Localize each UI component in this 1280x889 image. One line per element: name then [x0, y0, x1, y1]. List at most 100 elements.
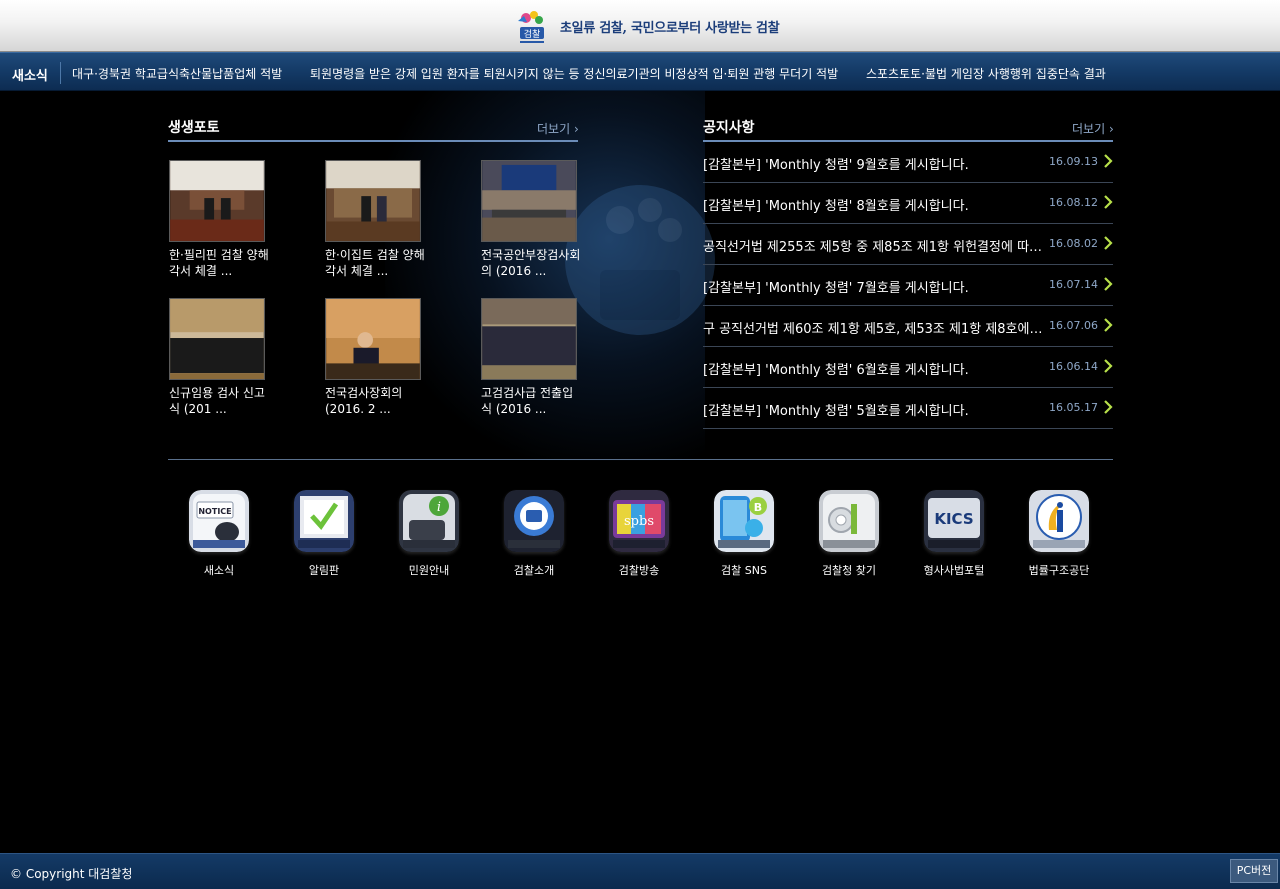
notice-title[interactable]: [감찰본부] 'Monthly 청렴' 5월호를 게시합니다. [703, 400, 1043, 419]
notice-section-title: 공지사항 [703, 120, 755, 136]
photo-card[interactable]: 한·이집트 검찰 양해각서 체결 ... [325, 160, 435, 279]
chevron-right-icon: › [1108, 122, 1114, 136]
notice-title[interactable]: 구 공직선거법 제60조 제1항 제5호, 제53조 제1항 제8호에 대한 안… [703, 318, 1043, 337]
photo-caption[interactable]: 전국검사장회의 (2016. 2 ... [325, 385, 425, 417]
quick-menu-bulletin[interactable]: 알림판 [284, 490, 364, 578]
svg-text:i: i [437, 500, 441, 515]
photo-card[interactable]: 한·필리핀 검찰 양해각서 체결 ... [169, 160, 279, 279]
quick-menu-label: 검찰소개 [513, 564, 555, 577]
notice-list: [감찰본부] 'Monthly 청렴' 9월호를 게시합니다. 16.09.13… [703, 142, 1113, 429]
photo-card[interactable]: 전국검사장회의 (2016. 2 ... [325, 298, 435, 417]
photo-thumbnail[interactable] [325, 160, 421, 242]
notice-item[interactable]: [감찰본부] 'Monthly 청렴' 9월호를 게시합니다. 16.09.13 [703, 142, 1113, 183]
quick-menu-legal-aid[interactable]: 법률구조공단 [1019, 490, 1099, 578]
kics-icon[interactable]: KICS [924, 490, 984, 552]
ticker-item[interactable]: 대구·경북권 학교급식축산물납품업체 적발 [72, 67, 282, 81]
chevron-right-icon [1104, 195, 1113, 209]
chevron-right-icon [1104, 154, 1113, 168]
header-slogan: 초일류 검찰, 국민으로부터 사랑받는 검찰 [560, 21, 780, 36]
site-header: 검찰 초일류 검찰, 국민으로부터 사랑받는 검찰 [0, 0, 1280, 52]
svg-text:spbs: spbs [624, 514, 654, 529]
info-phone-icon[interactable]: i [399, 490, 459, 552]
photo-thumbnail[interactable] [481, 160, 577, 242]
ticker-items: 대구·경북권 학교급식축산물납품업체 적발 퇴원명령을 받은 강제 입원 환자를… [72, 65, 1130, 82]
notice-item[interactable]: 구 공직선거법 제60조 제1항 제5호, 제53조 제1항 제8호에 대한 안… [703, 306, 1113, 347]
notice-title[interactable]: [감찰본부] 'Monthly 청렴' 9월호를 게시합니다. [703, 154, 1043, 173]
sns-icon[interactable]: B [714, 490, 774, 552]
photo-caption[interactable]: 신규임용 검사 신고식 (201 ... [169, 385, 269, 417]
quick-menu-broadcast[interactable]: spbs 검찰방송 [599, 490, 679, 578]
quick-menu-label: 형사사법포털 [923, 564, 985, 577]
notice-title[interactable]: [감찰본부] 'Monthly 청렴' 6월호를 게시합니다. [703, 359, 1043, 378]
checkmark-board-icon[interactable] [294, 490, 354, 552]
notice-item[interactable]: [감찰본부] 'Monthly 청렴' 6월호를 게시합니다. 16.06.14 [703, 347, 1113, 388]
quick-menu-label: 새소식 [203, 564, 235, 577]
photo-more-label: 더보기 [537, 122, 571, 136]
photo-card[interactable]: 신규임용 검사 신고식 (201 ... [169, 298, 279, 417]
photo-section-title: 생생포토 [168, 120, 220, 136]
notice-title[interactable]: [감찰본부] 'Monthly 청렴' 7월호를 게시합니다. [703, 277, 1043, 296]
quick-menu-find-office[interactable]: 검찰청 찾기 [809, 490, 889, 578]
ticker-divider [60, 62, 61, 84]
notice-date: 16.05.17 [1049, 401, 1098, 414]
notice-item[interactable]: [감찰본부] 'Monthly 청렴' 7월호를 게시합니다. 16.07.14 [703, 265, 1113, 306]
news-ticker: 새소식 대구·경북권 학교급식축산물납품업체 적발 퇴원명령을 받은 강제 입원… [0, 52, 1280, 91]
quick-menu-kics[interactable]: KICS 형사사법포털 [914, 490, 994, 578]
copyright-text: © Copyright 대검찰청 [10, 867, 133, 881]
notice-title[interactable]: [감찰본부] 'Monthly 청렴' 8월호를 게시합니다. [703, 195, 1043, 214]
quick-menu-label: 검찰 SNS [721, 564, 767, 577]
photo-card[interactable]: 전국공안부장검사회의 (2016 ... [481, 160, 591, 279]
chevron-right-icon: › [573, 122, 579, 136]
quick-menu-label: 검찰청 찾기 [821, 564, 877, 577]
quick-menu-label: 알림판 [308, 564, 340, 577]
quick-menu-about[interactable]: 검찰소개 [494, 490, 574, 578]
notice-title[interactable]: 공직선거법 제255조 제5항 중 제85조 제1항 위헌결정에 따른 안내 [703, 236, 1043, 255]
map-pin-icon[interactable] [819, 490, 879, 552]
notice-item[interactable]: [감찰본부] 'Monthly 청렴' 8월호를 게시합니다. 16.08.12 [703, 183, 1113, 224]
quick-menu-label: 민원안내 [408, 564, 450, 577]
notice-date: 16.09.13 [1049, 155, 1098, 168]
quick-menu-civil-service[interactable]: i 민원안내 [389, 490, 469, 578]
notice-more-link[interactable]: 더보기 › [1072, 120, 1114, 137]
photo-thumbnail[interactable] [169, 298, 265, 380]
tv-icon[interactable]: spbs [609, 490, 669, 552]
photo-caption[interactable]: 고검검사급 전출입식 (2016 ... [481, 385, 581, 417]
pc-version-button[interactable]: PC버전 [1230, 859, 1278, 883]
notice-item[interactable]: 공직선거법 제255조 제5항 중 제85조 제1항 위헌결정에 따른 안내 1… [703, 224, 1113, 265]
photo-caption[interactable]: 전국공안부장검사회의 (2016 ... [481, 247, 581, 279]
notice-date: 16.08.12 [1049, 196, 1098, 209]
photo-caption[interactable]: 한·이집트 검찰 양해각서 체결 ... [325, 247, 425, 279]
notice-date: 16.07.06 [1049, 319, 1098, 332]
chevron-right-icon [1104, 277, 1113, 291]
chevron-right-icon [1104, 359, 1113, 373]
chevron-right-icon [1104, 236, 1113, 250]
chevron-right-icon [1104, 318, 1113, 332]
svg-text:검찰: 검찰 [524, 28, 541, 40]
prosecution-emblem-icon[interactable] [504, 490, 564, 552]
ticker-label: 새소식 [12, 69, 48, 84]
notice-icon[interactable]: NOTICE [189, 490, 249, 552]
svg-text:NOTICE: NOTICE [198, 507, 231, 516]
ticker-item[interactable]: 스포츠토토·불법 게임장 사행행위 집중단속 결과 [866, 67, 1106, 81]
legal-aid-icon[interactable] [1029, 490, 1089, 552]
photo-thumbnail[interactable] [325, 298, 421, 380]
chevron-right-icon [1104, 400, 1113, 414]
prosecution-logo-icon[interactable]: 검찰 [512, 7, 552, 47]
quick-menu-label: 법률구조공단 [1028, 564, 1090, 577]
notice-date: 16.06.14 [1049, 360, 1098, 373]
quick-menu-sns[interactable]: B 검찰 SNS [704, 490, 784, 578]
notice-more-label: 더보기 [1072, 122, 1106, 136]
photo-card[interactable]: 고검검사급 전출입식 (2016 ... [481, 298, 591, 417]
photo-thumbnail[interactable] [169, 160, 265, 242]
quick-menu-news[interactable]: NOTICE 새소식 [179, 490, 259, 578]
ticker-item[interactable]: 퇴원명령을 받은 강제 입원 환자를 퇴원시키지 않는 등 정신의료기관의 비정… [310, 67, 838, 81]
photo-caption[interactable]: 한·필리핀 검찰 양해각서 체결 ... [169, 247, 269, 279]
svg-text:B: B [754, 501, 762, 514]
photo-section-divider [168, 140, 578, 142]
photo-more-link[interactable]: 더보기 › [537, 120, 579, 137]
section-divider [168, 459, 1113, 460]
notice-date: 16.07.14 [1049, 278, 1098, 291]
photo-thumbnail[interactable] [481, 298, 577, 380]
notice-date: 16.08.02 [1049, 237, 1098, 250]
notice-item[interactable]: [감찰본부] 'Monthly 청렴' 5월호를 게시합니다. 16.05.17 [703, 388, 1113, 429]
